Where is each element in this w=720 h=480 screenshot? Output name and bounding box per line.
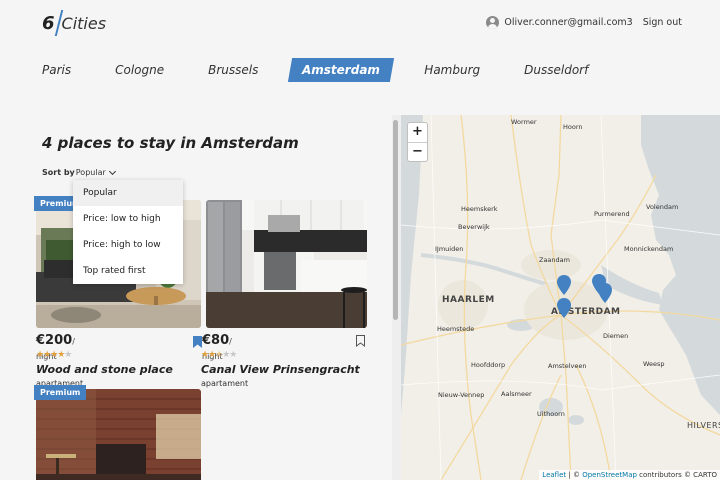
bookmark-icon[interactable] [356,335,365,347]
map-label: Monnickendam [624,245,674,253]
tab-label: Cologne [115,63,165,77]
map-label: Heemstede [437,325,475,333]
tab-label: Brussels [208,63,259,77]
tab-cologne[interactable]: Cologne [103,58,176,82]
map-label: HILVERSUM [687,421,720,430]
map-label: Zaandam [539,256,570,264]
list-scrollbar[interactable] [392,115,401,480]
sort-toggle[interactable]: Popular [76,168,106,177]
card-name[interactable]: Canal View Prinsengracht [201,363,360,376]
logo-text: Cities [61,13,107,33]
attribution-sep: | © [566,471,583,479]
zoom-out-button[interactable]: − [408,142,427,161]
price-value: €200 [36,333,73,348]
card-name[interactable]: Wood and stone place [36,363,173,376]
map-label: Beverwijk [458,223,490,231]
sort-option-price-high[interactable]: Price: high to low [73,232,183,258]
avatar-icon [486,16,500,29]
tab-label: Paris [42,63,72,77]
tab-brussels[interactable]: Brussels [196,58,270,82]
map-label: IJmuiden [435,245,464,253]
places-list: 4 places to stay in Amsterdam Sort by Po… [0,115,392,480]
sort-control: Sort by Popular [42,167,116,177]
map-pin-icon[interactable] [557,298,571,318]
scrollbar-thumb[interactable] [393,120,398,320]
map-label: Aalsmeer [501,390,532,398]
rating-stars: ★★★★★ [36,350,72,360]
user-email[interactable]: Oliver.conner@gmail.com3 [504,17,632,28]
attribution-rest: contributors © CARTO [636,471,717,479]
map-label-haarlem: HAARLEM [442,295,495,305]
map-pin-icon[interactable] [557,275,571,295]
bookmark-active-icon[interactable] [193,336,202,348]
sort-option-popular[interactable]: Popular [73,180,183,206]
map-label: Diemen [603,332,629,340]
sort-option-price-low[interactable]: Price: low to high [73,206,183,232]
map[interactable]: + − Hoorn Wormer Heemskerk Beverwijk Pur… [401,115,720,480]
map-label: Amstelveen [548,362,587,370]
premium-badge: Premium [34,385,87,400]
tab-label: Hamburg [424,63,481,77]
zoom-in-button[interactable]: + [408,123,427,142]
place-image[interactable] [36,389,201,480]
tab-label: Dusseldorf [524,63,589,77]
sort-dropdown: Popular Price: low to high Price: high t… [73,180,183,284]
kitchen-photo [206,200,367,328]
map-pin-icon[interactable] [598,283,612,303]
map-label: Hoofddorp [471,361,506,369]
chevron-down-icon[interactable] [108,167,116,175]
user-nav: Oliver.conner@gmail.com3 Sign out [486,16,682,29]
logo-number: 6 [42,12,55,34]
map-label: Nieuw-Vennep [438,391,485,399]
tab-label: Amsterdam [302,63,381,77]
tab-hamburg[interactable]: Hamburg [412,58,492,82]
osm-link[interactable]: OpenStreetMap [582,471,637,479]
tab-dusseldorf[interactable]: Dusseldorf [512,58,600,82]
price-value: €80 [202,333,230,348]
city-tabs: Paris Cologne Brussels Amsterdam Hamburg… [30,58,620,82]
map-label: Heemskerk [461,205,498,213]
map-label: Volendam [646,203,679,211]
leaflet-link[interactable]: Leaflet [542,471,566,479]
map-label: Uithoorn [537,410,565,418]
tab-paris[interactable]: Paris [30,58,83,82]
header: 6 Cities Oliver.conner@gmail.com3 Sign o… [0,0,720,115]
map-label: Hoorn [563,123,583,131]
logo[interactable]: 6 Cities [42,10,106,36]
places-title: 4 places to stay in Amsterdam [42,134,299,152]
tab-amsterdam[interactable]: Amsterdam [288,58,395,82]
rating-stars: ★★★★★ [201,350,237,360]
card-type: apartament [201,379,249,388]
brick-room-photo [36,389,201,480]
sort-option-top-rated[interactable]: Top rated first [73,258,183,284]
map-attribution: Leaflet | © OpenStreetMap contributors ©… [539,470,720,480]
map-label: Purmerend [594,210,630,218]
map-label: Wormer [511,118,537,126]
zoom-control: + − [407,122,428,162]
sort-label: Sort by [42,168,75,177]
place-image[interactable] [206,200,367,328]
sign-out-link[interactable]: Sign out [643,17,682,28]
map-label: Weesp [643,360,665,368]
